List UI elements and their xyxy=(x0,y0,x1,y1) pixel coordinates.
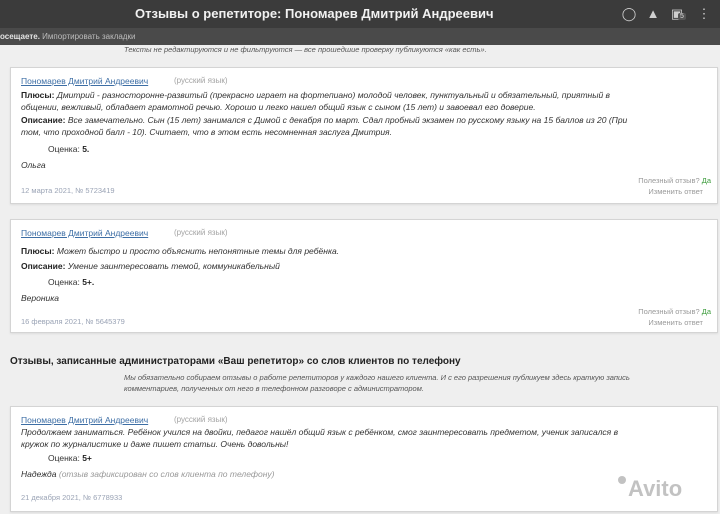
avito-logo-icon xyxy=(618,476,626,484)
tutor-name-link[interactable]: Пономарев Дмитрий Андреевич xyxy=(21,228,148,238)
edit-reply-link[interactable]: Изменить ответ xyxy=(648,187,703,196)
review-date: 21 декабря 2021, № 6778933 xyxy=(21,493,123,502)
rating: Оценка: 5+ xyxy=(48,453,92,463)
bookmarks-bar: осещаете. Импортировать закладки xyxy=(0,28,720,45)
review-card: Пономарев Дмитрий Андреевич (русский язы… xyxy=(10,67,718,204)
useful-label: Полезный отзыв? xyxy=(638,176,700,185)
rating-label: Оценка: xyxy=(48,277,80,287)
description-text-cont: том, что проходной балл - 10). Считает, … xyxy=(21,126,392,137)
review-description: Описание: Все замечательно. Сын (15 лет)… xyxy=(21,115,701,138)
phone-reviews-note: Мы обязательно собираем отзывы о работе … xyxy=(124,373,630,393)
pros-text: Дмитрий - разносторонне-развитый (прекра… xyxy=(56,90,610,100)
description-text: Умение заинтересовать темой, коммуникабе… xyxy=(67,261,280,271)
review-text-line: кружок по журналистике и даже пишет стат… xyxy=(21,438,289,449)
rating-label: Оценка: xyxy=(48,453,80,463)
author-name: Надежда xyxy=(21,469,57,479)
moderation-notice: Тексты не редактируются и не фильтруются… xyxy=(124,45,487,54)
rating-value: 5+ xyxy=(82,453,92,463)
rating-value: 5. xyxy=(82,144,90,154)
more-icon[interactable]: ⋮ xyxy=(696,6,712,22)
page-title: Отзывы о репетиторе: Пономарев Дмитрий А… xyxy=(135,6,494,21)
phone-reviews-heading: Отзывы, записанные администраторами «Ваш… xyxy=(10,356,461,367)
pros-text-cont: общении, вежливый, обладает грамотной ре… xyxy=(21,101,536,112)
description-label: Описание: xyxy=(21,261,66,271)
pros-label: Плюсы: xyxy=(21,90,55,100)
review-pros: Плюсы: Может быстро и просто объяснить н… xyxy=(21,246,701,258)
description-text: Все замечательно. Сын (15 лет) занимался… xyxy=(67,115,628,125)
review-date: 16 февраля 2021, № 5645379 xyxy=(21,317,125,326)
pros-text: Может быстро и просто объяснить непонятн… xyxy=(56,246,340,256)
description-label: Описание: xyxy=(21,115,66,125)
author-note: (отзыв зафиксирован со слов клиента по т… xyxy=(58,469,275,479)
review-card: Пономарев Дмитрий Андреевич (русский язы… xyxy=(10,406,718,512)
subject-label: (русский язык) xyxy=(174,415,228,424)
rating: Оценка: 5. xyxy=(48,144,89,154)
review-author: Надежда (отзыв зафиксирован со слов клие… xyxy=(21,469,275,479)
watermark-text: Avito xyxy=(628,476,683,501)
review-text: Продолжаем заниматься. Ребёнок учился на… xyxy=(21,427,701,450)
review-author: Ольга xyxy=(21,160,46,170)
review-pros: Плюсы: Дмитрий - разносторонне-развитый … xyxy=(21,90,701,113)
notification-icon[interactable]: ▲ xyxy=(645,6,661,22)
title-bar: Отзывы о репетиторе: Пономарев Дмитрий А… xyxy=(0,0,720,28)
useful-yes-link[interactable]: Да xyxy=(702,307,711,316)
subject-label: (русский язык) xyxy=(174,76,228,85)
rating: Оценка: 5+. xyxy=(48,277,94,287)
tutor-name-link[interactable]: Пономарев Дмитрий Андреевич xyxy=(21,415,148,425)
review-date: 12 марта 2021, № 5723419 xyxy=(21,186,115,195)
rating-value: 5+. xyxy=(82,277,95,287)
pros-label: Плюсы: xyxy=(21,246,55,256)
review-author: Вероника xyxy=(21,293,59,303)
tutor-name-link[interactable]: Пономарев Дмитрий Андреевич xyxy=(21,76,148,86)
avito-watermark: Avito xyxy=(618,476,682,502)
extensions-badge: 5 xyxy=(678,13,686,20)
rating-label: Оценка: xyxy=(48,144,80,154)
import-bookmarks-link[interactable]: Импортировать закладки xyxy=(42,32,135,41)
review-description: Описание: Умение заинтересовать темой, к… xyxy=(21,261,701,273)
useful-label: Полезный отзыв? xyxy=(638,307,700,316)
edit-reply-link[interactable]: Изменить ответ xyxy=(648,318,703,327)
useful-question: Полезный отзыв? Да xyxy=(638,307,711,316)
useful-question: Полезный отзыв? Да xyxy=(638,176,711,185)
headphones-icon[interactable]: ◯ xyxy=(621,6,637,22)
review-card: Пономарев Дмитрий Андреевич (русский язы… xyxy=(10,219,718,333)
bookmarks-bar-text: осещаете. xyxy=(0,32,40,41)
review-text-line: Продолжаем заниматься. Ребёнок учился на… xyxy=(21,427,619,437)
subject-label: (русский язык) xyxy=(174,228,228,237)
useful-yes-link[interactable]: Да xyxy=(702,176,711,185)
